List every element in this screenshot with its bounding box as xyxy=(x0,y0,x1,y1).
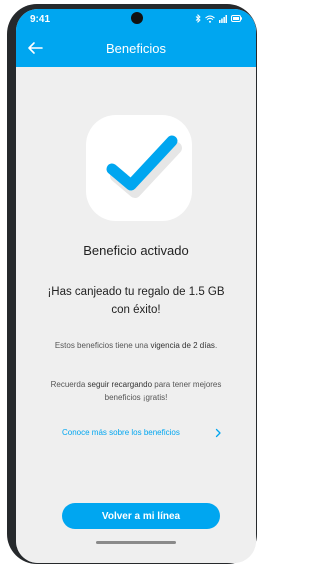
chevron-right-icon xyxy=(215,428,221,438)
benefits-info-link[interactable]: Conoce más sobre los beneficios xyxy=(62,427,222,441)
recharge-highlight: seguir recargando xyxy=(87,380,153,389)
page-title: Beneficios xyxy=(106,41,166,56)
status-icons xyxy=(195,14,242,23)
success-title: Beneficio activado xyxy=(83,243,189,258)
bluetooth-icon xyxy=(195,14,201,23)
validity-prefix: Estos beneficios tiene una xyxy=(54,341,151,350)
validity-highlight: vigencia de 2 días xyxy=(150,341,215,350)
recharge-reminder: Recuerda seguir recargando para tener me… xyxy=(44,378,228,404)
status-time: 9:41 xyxy=(30,14,51,25)
success-message: ¡Has canjeado tu regalo de 1.5 GB con éx… xyxy=(47,286,225,316)
checkmark-icon xyxy=(106,135,182,198)
phone-frame: 9:41 Beneficios Beneficio activado ¡Has … xyxy=(7,4,257,564)
wifi-icon xyxy=(205,15,215,23)
phone-screen: 9:41 Beneficios Beneficio activado ¡Has … xyxy=(16,9,256,563)
success-illustration xyxy=(86,115,192,221)
status-bar: 9:41 xyxy=(16,9,256,29)
camera-hole xyxy=(131,12,143,24)
home-indicator[interactable] xyxy=(96,541,176,544)
benefits-link-label: Conoce más sobre los beneficios xyxy=(62,428,180,437)
validity-text: Estos beneficios tiene una vigencia de 2… xyxy=(16,341,256,350)
main-content: Beneficio activado ¡Has canjeado tu rega… xyxy=(16,67,256,563)
validity-suffix: . xyxy=(214,341,218,350)
back-to-line-button[interactable]: Volver a mi línea xyxy=(62,503,220,529)
signal-icon xyxy=(219,14,227,23)
app-bar: Beneficios xyxy=(16,29,256,67)
recharge-prefix: Recuerda xyxy=(50,380,88,389)
battery-icon xyxy=(231,15,242,22)
